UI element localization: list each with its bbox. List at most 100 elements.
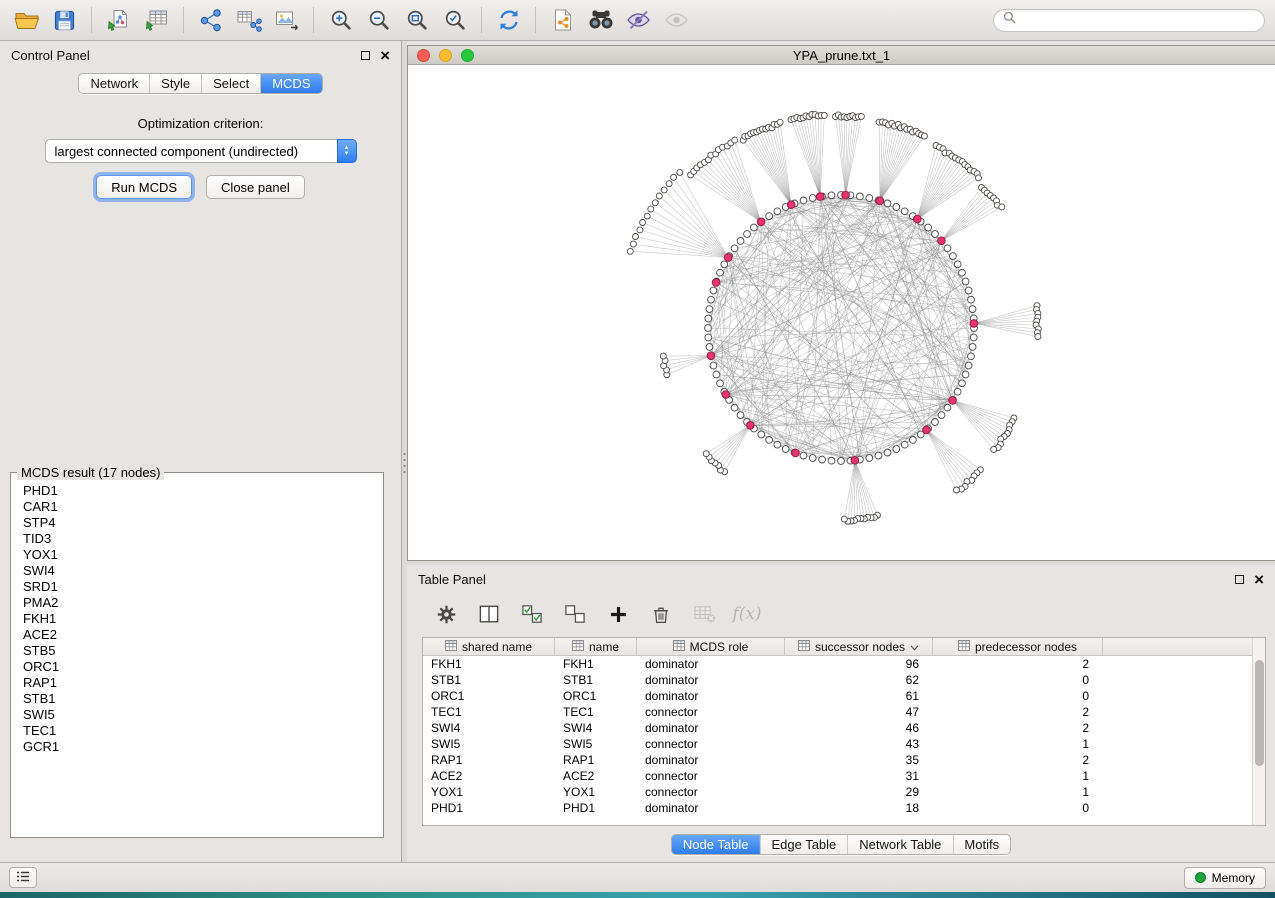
search-box[interactable]	[993, 9, 1265, 32]
close-panel-icon[interactable]: ×	[380, 47, 390, 64]
network-node[interactable]	[866, 195, 873, 202]
mcds-result-item[interactable]: ACE2	[23, 627, 383, 643]
network-node[interactable]	[766, 437, 773, 444]
column-header-MCDS-role[interactable]: MCDS role	[637, 638, 785, 655]
close-window-button[interactable]	[417, 49, 430, 62]
close-table-panel-icon[interactable]: ×	[1254, 571, 1264, 588]
network-node[interactable]	[710, 287, 717, 294]
add-column-icon[interactable]	[605, 601, 631, 627]
network-node[interactable]	[901, 208, 908, 215]
network-node[interactable]	[969, 344, 976, 351]
network-node[interactable]	[991, 446, 997, 452]
network-node[interactable]	[866, 455, 873, 462]
table-row[interactable]: SWI5SWI5connector431	[423, 736, 1265, 752]
network-node[interactable]	[737, 412, 744, 419]
network-node[interactable]	[950, 253, 957, 260]
network-node[interactable]	[721, 261, 728, 268]
zoom-fit-icon[interactable]	[400, 5, 433, 35]
network-node[interactable]	[660, 353, 666, 359]
open-folder-icon[interactable]	[10, 5, 43, 35]
new-network-icon[interactable]	[194, 5, 227, 35]
float-panel-icon[interactable]	[361, 51, 370, 60]
network-node[interactable]	[766, 213, 773, 220]
network-node[interactable]	[858, 113, 864, 119]
graphics-details-icon[interactable]	[622, 5, 655, 35]
network-node[interactable]	[774, 208, 781, 215]
table-tab-network-table[interactable]: Network Table	[848, 835, 953, 854]
network-node[interactable]	[828, 192, 835, 199]
network-node[interactable]	[999, 204, 1005, 210]
network-node[interactable]	[800, 452, 807, 459]
network-node[interactable]	[710, 362, 717, 369]
minimize-window-button[interactable]	[439, 49, 452, 62]
table-row[interactable]: ORC1ORC1dominator610	[423, 688, 1265, 704]
network-dominator-node[interactable]	[707, 352, 715, 360]
network-node[interactable]	[968, 296, 975, 303]
network-dominator-node[interactable]	[712, 279, 720, 287]
deselect-all-icon[interactable]	[562, 601, 588, 627]
network-node[interactable]	[800, 197, 807, 204]
network-node[interactable]	[627, 248, 633, 254]
table-row[interactable]: STB1STB1dominator620	[423, 672, 1265, 688]
network-node[interactable]	[717, 269, 724, 276]
network-node[interactable]	[706, 306, 713, 313]
network-node[interactable]	[925, 224, 932, 231]
network-node[interactable]	[630, 241, 636, 247]
network-node[interactable]	[705, 315, 712, 322]
network-dominator-node[interactable]	[970, 320, 978, 328]
network-node[interactable]	[677, 169, 683, 175]
network-node[interactable]	[782, 446, 789, 453]
table-tab-node-table[interactable]: Node Table	[672, 835, 761, 854]
float-table-panel-icon[interactable]	[1235, 575, 1244, 584]
save-icon[interactable]	[48, 5, 81, 35]
network-node[interactable]	[706, 344, 713, 351]
network-node[interactable]	[671, 174, 677, 180]
table-row[interactable]: YOX1YOX1connector291	[423, 784, 1265, 800]
network-node[interactable]	[732, 137, 738, 143]
network-node[interactable]	[838, 458, 845, 465]
network-dominator-node[interactable]	[787, 201, 795, 209]
mcds-result-item[interactable]: CAR1	[23, 499, 383, 515]
import-network-icon[interactable]	[102, 5, 135, 35]
table-row[interactable]: ACE2ACE2connector311	[423, 768, 1265, 784]
import-table-icon[interactable]	[140, 5, 173, 35]
table-row[interactable]: RAP1RAP1dominator352	[423, 752, 1265, 768]
network-node[interactable]	[910, 437, 917, 444]
network-dominator-node[interactable]	[949, 397, 957, 405]
network-node[interactable]	[954, 261, 961, 268]
network-node[interactable]	[857, 193, 864, 200]
network-node[interactable]	[959, 269, 966, 276]
network-node[interactable]	[751, 224, 758, 231]
network-node[interactable]	[1035, 334, 1041, 340]
table-scrollbar-thumb[interactable]	[1255, 660, 1264, 766]
network-node[interactable]	[970, 334, 977, 341]
zoom-out-icon[interactable]	[362, 5, 395, 35]
network-node[interactable]	[666, 181, 672, 187]
mcds-result-item[interactable]: STP4	[23, 515, 383, 531]
binoculars-icon[interactable]	[584, 5, 617, 35]
mcds-result-item[interactable]: RAP1	[23, 675, 383, 691]
network-node[interactable]	[731, 245, 738, 252]
network-node[interactable]	[968, 353, 975, 360]
network-node[interactable]	[652, 200, 658, 206]
network-node[interactable]	[841, 516, 847, 522]
network-node[interactable]	[901, 441, 908, 448]
mcds-result-item[interactable]: ORC1	[23, 659, 383, 675]
network-node[interactable]	[705, 325, 712, 332]
tab-select[interactable]: Select	[202, 74, 261, 93]
mcds-result-item[interactable]: SRD1	[23, 579, 383, 595]
column-header-successor-nodes[interactable]: successor nodes	[785, 638, 933, 655]
network-node[interactable]	[640, 220, 646, 226]
select-all-icon[interactable]	[519, 601, 545, 627]
mcds-result-item[interactable]: SWI4	[23, 563, 383, 579]
mcds-result-item[interactable]: PMA2	[23, 595, 383, 611]
zoom-selected-icon[interactable]	[438, 5, 471, 35]
network-node[interactable]	[644, 213, 650, 219]
network-node[interactable]	[744, 231, 751, 238]
network-node[interactable]	[708, 296, 715, 303]
network-node[interactable]	[637, 227, 643, 233]
zoom-in-icon[interactable]	[324, 5, 357, 35]
table-row[interactable]: SWI4SWI4dominator462	[423, 720, 1265, 736]
network-table-icon[interactable]	[232, 5, 265, 35]
column-header-shared-name[interactable]: shared name	[423, 638, 555, 655]
